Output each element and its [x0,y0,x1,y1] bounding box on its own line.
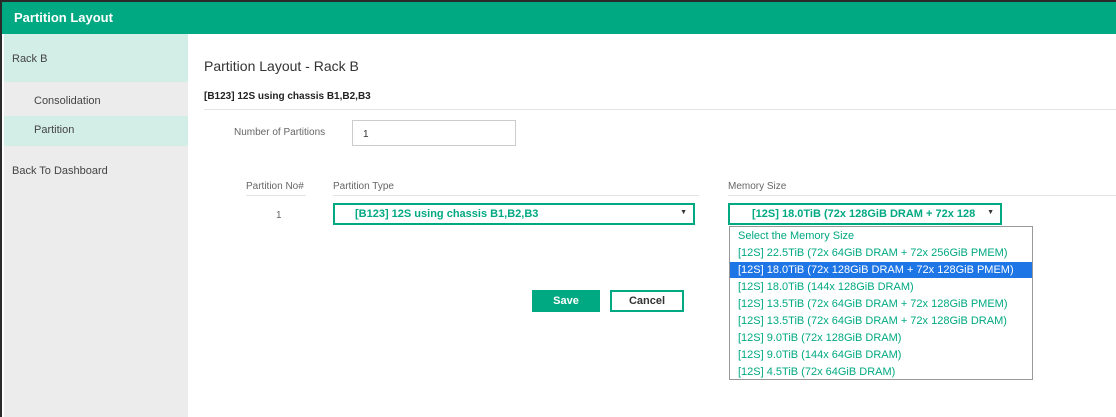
num-partitions-input[interactable]: 1 [352,120,516,146]
page-subtitle: [B123] 12S using chassis B1,B2,B3 [204,91,371,102]
main-content: Partition Layout - Rack B [B123] 12S usi… [188,34,1116,417]
memory-option[interactable]: [12S] 22.5TiB (72x 64GiB DRAM + 72x 256G… [730,245,1032,261]
sidebar-item-label: Partition [34,124,75,136]
chevron-down-icon: ▼ [987,209,994,216]
row-partition-no: 1 [276,210,282,221]
memory-option[interactable]: [12S] 9.0TiB (144x 64GiB DRAM) [730,347,1032,363]
sidebar-item-label: Consolidation [34,95,101,107]
memory-option[interactable]: Select the Memory Size [730,228,1032,244]
divider [204,109,1116,110]
column-header-underline [246,195,306,196]
sidebar-item-consolidation[interactable]: Consolidation [4,84,188,114]
window-title: Partition Layout [14,10,113,25]
app-window: Partition Layout Rack B Consolidation Pa… [0,0,1116,417]
column-header-underline [333,195,699,196]
column-header-memory-size: Memory Size [728,181,787,192]
column-header-underline [728,195,1116,196]
memory-option[interactable]: [12S] 18.0TiB (144x 128GiB DRAM) [730,279,1032,295]
page-title: Partition Layout - Rack B [204,58,359,74]
memory-size-select[interactable]: [12S] 18.0TiB (72x 128GiB DRAM + 72x 128… [728,203,1002,225]
memory-option[interactable]: [12S] 13.5TiB (72x 64GiB DRAM + 72x 128G… [730,313,1032,329]
memory-option[interactable]: [12S] 4.5TiB (72x 64GiB DRAM) [730,364,1032,380]
memory-option[interactable]: [12S] 13.5TiB (72x 64GiB DRAM + 72x 128G… [730,296,1032,312]
cancel-button[interactable]: Cancel [610,290,684,312]
sidebar-item-rack-b[interactable]: Rack B [4,34,188,82]
title-bar: Partition Layout [2,0,1116,34]
memory-option[interactable]: [12S] 9.0TiB (72x 128GiB DRAM) [730,330,1032,346]
memory-size-dropdown: Select the Memory Size [12S] 22.5TiB (72… [729,226,1033,380]
sidebar-item-label: Back To Dashboard [12,165,108,177]
column-header-partition-no: Partition No# [246,181,304,192]
partition-type-value: [B123] 12S using chassis B1,B2,B3 [355,208,539,220]
sidebar: Rack B Consolidation Partition Back To D… [4,34,188,417]
sidebar-item-label: Rack B [12,53,48,65]
save-button[interactable]: Save [532,290,600,312]
num-partitions-label: Number of Partitions [234,127,326,138]
memory-option-selected[interactable]: [12S] 18.0TiB (72x 128GiB DRAM + 72x 128… [730,262,1032,278]
chevron-down-icon: ▼ [680,209,687,216]
sidebar-item-back-to-dashboard[interactable]: Back To Dashboard [4,156,188,186]
column-header-partition-type: Partition Type [333,181,394,192]
partition-type-select[interactable]: [B123] 12S using chassis B1,B2,B3 ▼ [333,203,695,225]
memory-size-value: [12S] 18.0TiB (72x 128GiB DRAM + 72x 128 [752,208,976,220]
sidebar-item-partition[interactable]: Partition [4,116,188,146]
